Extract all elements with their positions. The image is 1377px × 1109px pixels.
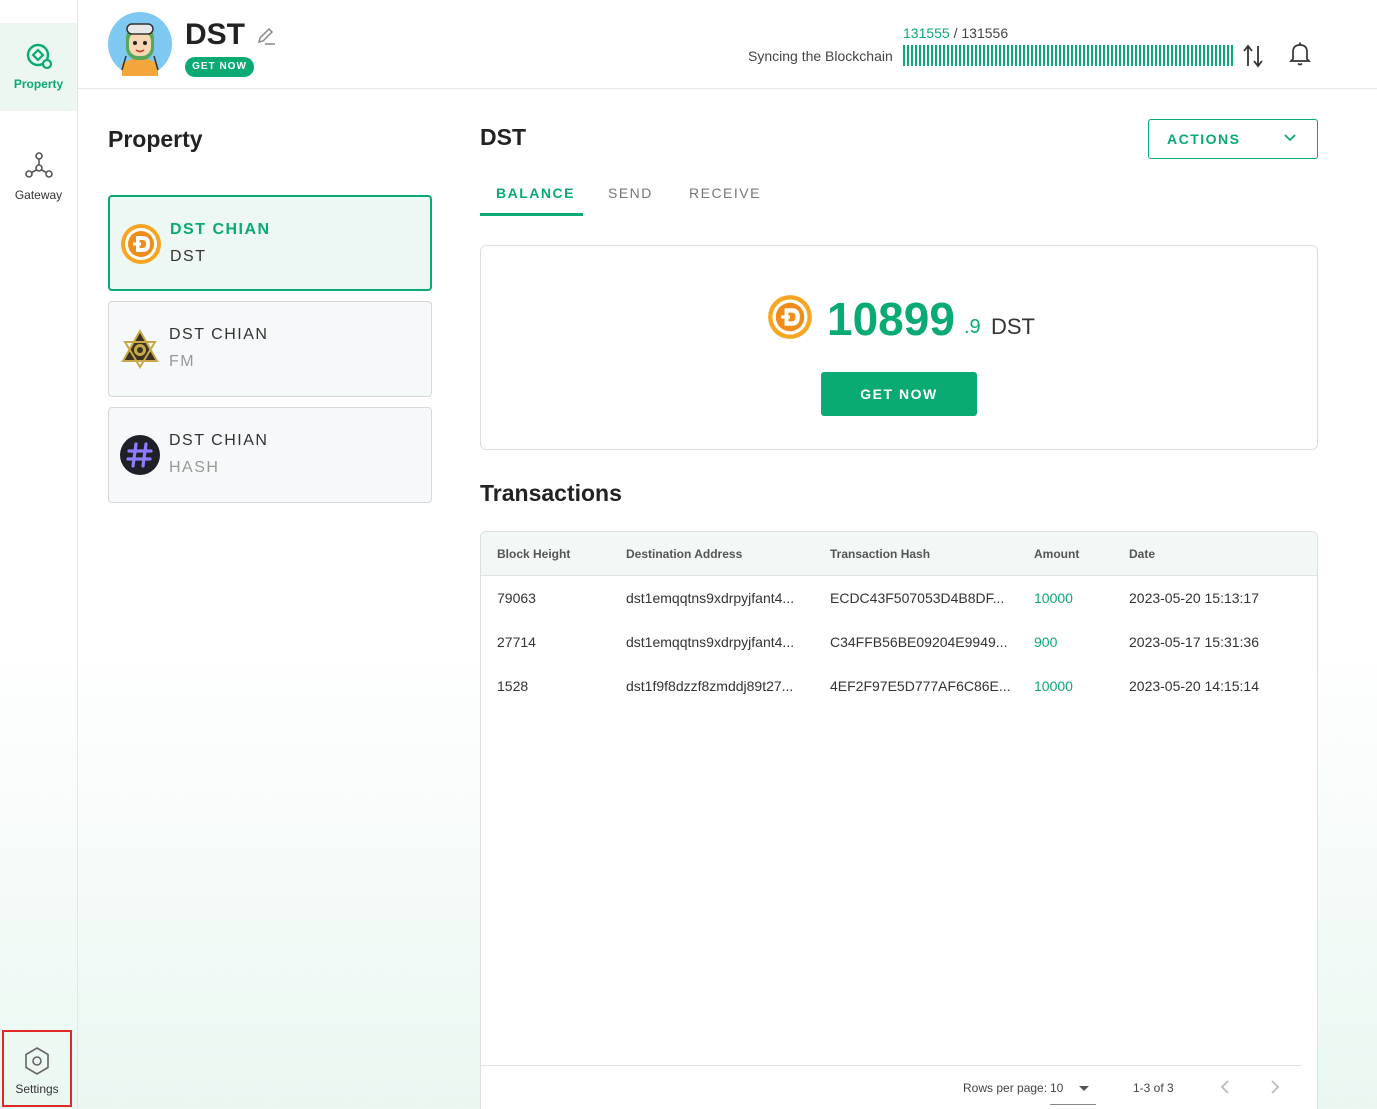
- select-underline: [1050, 1104, 1096, 1105]
- amount-cell: 900: [1034, 634, 1058, 650]
- asset-title: DST: [480, 124, 526, 150]
- column-header[interactable]: Destination Address: [626, 547, 742, 561]
- rows-per-page-label: Rows per page:: [963, 1081, 1048, 1095]
- sync-arrows-icon[interactable]: [1242, 44, 1264, 68]
- tab-active-indicator: [480, 213, 583, 216]
- get-now-button[interactable]: GET NOW: [821, 372, 977, 416]
- sync-total-block: 131556: [961, 25, 1009, 41]
- chevron-down-icon: [1284, 134, 1296, 142]
- dst-coin-icon: [121, 224, 161, 264]
- balance-integer: 10899: [827, 293, 955, 345]
- header: DST GET NOW 131555 / 131556 Syncing the …: [78, 0, 1377, 89]
- asset-card-fm[interactable]: DST CHIAN FM: [108, 301, 432, 397]
- settings-icon: [25, 1047, 49, 1075]
- transactions-title: Transactions: [480, 480, 622, 506]
- sync-progress-bar: [903, 45, 1235, 66]
- sidebar-item-settings[interactable]: Settings: [2, 1030, 72, 1107]
- sidebar-item-property[interactable]: Property: [0, 23, 77, 111]
- sync-label: Syncing the Blockchain: [748, 48, 893, 64]
- table-header: Block Height Destination Address Transac…: [481, 532, 1317, 576]
- amount-cell: 10000: [1034, 590, 1073, 606]
- date-cell: 2023-05-20 15:13:17: [1129, 590, 1259, 606]
- page-range: 1-3 of 3: [1133, 1081, 1174, 1095]
- table-pagination: Rows per page: 10 1-3 of 3: [481, 1065, 1301, 1109]
- chevron-left-icon[interactable]: [1219, 1079, 1231, 1095]
- transactions-table: Block Height Destination Address Transac…: [480, 531, 1318, 1109]
- asset-chain-label: DST CHIAN: [169, 326, 269, 343]
- tab-balance[interactable]: BALANCE: [496, 185, 575, 201]
- date-cell: 2023-05-17 15:31:36: [1129, 634, 1259, 650]
- actions-dropdown[interactable]: ACTIONS: [1148, 119, 1318, 159]
- balance-unit: DST: [991, 314, 1035, 339]
- tab-send[interactable]: SEND: [608, 185, 653, 201]
- gateway-icon: [24, 152, 53, 178]
- destination-address-cell: dst1emqqtns9xdrpyjfant4...: [626, 634, 795, 650]
- asset-card-hash[interactable]: DST CHIAN HASH: [108, 407, 432, 503]
- dst-coin-icon: [768, 295, 812, 339]
- block-height-cell: 27714: [497, 634, 536, 650]
- table-row[interactable]: 27714 dst1emqqtns9xdrpyjfant4... C34FFB5…: [481, 620, 1317, 664]
- bell-icon[interactable]: [1288, 41, 1312, 67]
- sync-block-count: 131555 / 131556: [903, 25, 1008, 41]
- table-row[interactable]: 79063 dst1emqqtns9xdrpyjfant4... ECDC43F…: [481, 576, 1317, 620]
- sync-separator: /: [949, 25, 962, 41]
- hash-coin-icon: [120, 435, 160, 475]
- sidebar-item-gateway[interactable]: Gateway: [0, 140, 77, 220]
- balance-card: 10899 .9 DST GET NOW: [480, 245, 1318, 450]
- sync-current-block: 131555: [903, 25, 950, 41]
- property-title: Property: [108, 126, 203, 152]
- asset-card-dst[interactable]: DST CHIAN DST: [108, 195, 432, 291]
- get-now-badge[interactable]: GET NOW: [185, 57, 254, 77]
- asset-chain-label: DST CHIAN: [169, 432, 269, 449]
- amount-cell: 10000: [1034, 678, 1073, 694]
- actions-label: ACTIONS: [1167, 131, 1241, 147]
- column-header[interactable]: Block Height: [497, 547, 570, 561]
- wallet-name: DST: [185, 18, 245, 51]
- sidebar-item-label: Gateway: [14, 188, 63, 202]
- balance-decimal: .9: [964, 316, 981, 338]
- edit-icon[interactable]: [256, 26, 276, 46]
- asset-symbol: HASH: [169, 459, 220, 476]
- column-header[interactable]: Amount: [1034, 547, 1079, 561]
- sidebar-item-label: Settings: [15, 1082, 59, 1096]
- block-height-cell: 79063: [497, 590, 536, 606]
- asset-chain-label: DST CHIAN: [170, 221, 271, 238]
- transaction-hash-cell: 4EF2F97E5D777AF6C86E...: [830, 678, 1011, 694]
- fm-coin-icon: [121, 328, 159, 369]
- caret-down-icon[interactable]: [1079, 1086, 1089, 1091]
- rows-per-page-select[interactable]: 10: [1050, 1081, 1063, 1095]
- table-row[interactable]: 1528 dst1f9f8dzzf8zmddj89t27... 4EF2F97E…: [481, 664, 1317, 708]
- block-height-cell: 1528: [497, 678, 529, 694]
- property-icon: [26, 43, 52, 70]
- transaction-hash-cell: ECDC43F507053D4B8DF...: [830, 590, 1005, 606]
- transaction-hash-cell: C34FFB56BE09204E9949...: [830, 634, 1008, 650]
- sidebar: Property Gateway Settings: [0, 0, 78, 1109]
- destination-address-cell: dst1emqqtns9xdrpyjfant4...: [626, 590, 795, 606]
- asset-symbol: FM: [169, 353, 196, 370]
- column-header[interactable]: Transaction Hash: [830, 547, 930, 561]
- tab-receive[interactable]: RECEIVE: [689, 185, 761, 201]
- sidebar-item-label: Property: [13, 77, 64, 91]
- date-cell: 2023-05-20 14:15:14: [1129, 678, 1259, 694]
- chevron-right-icon[interactable]: [1269, 1079, 1281, 1095]
- asset-symbol: DST: [170, 248, 207, 265]
- destination-address-cell: dst1f9f8dzzf8zmddj89t27...: [626, 678, 794, 694]
- column-header[interactable]: Date: [1129, 547, 1155, 561]
- avatar[interactable]: [108, 12, 172, 76]
